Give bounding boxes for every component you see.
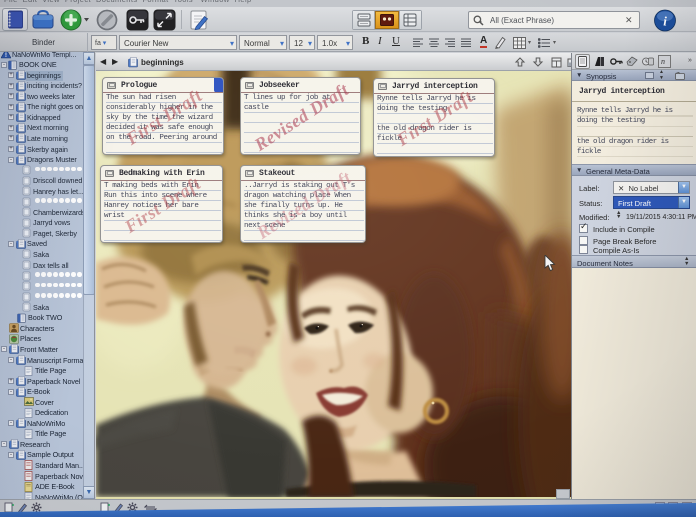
svg-text:!: ! <box>5 52 7 59</box>
svg-text:i: i <box>663 13 667 28</box>
